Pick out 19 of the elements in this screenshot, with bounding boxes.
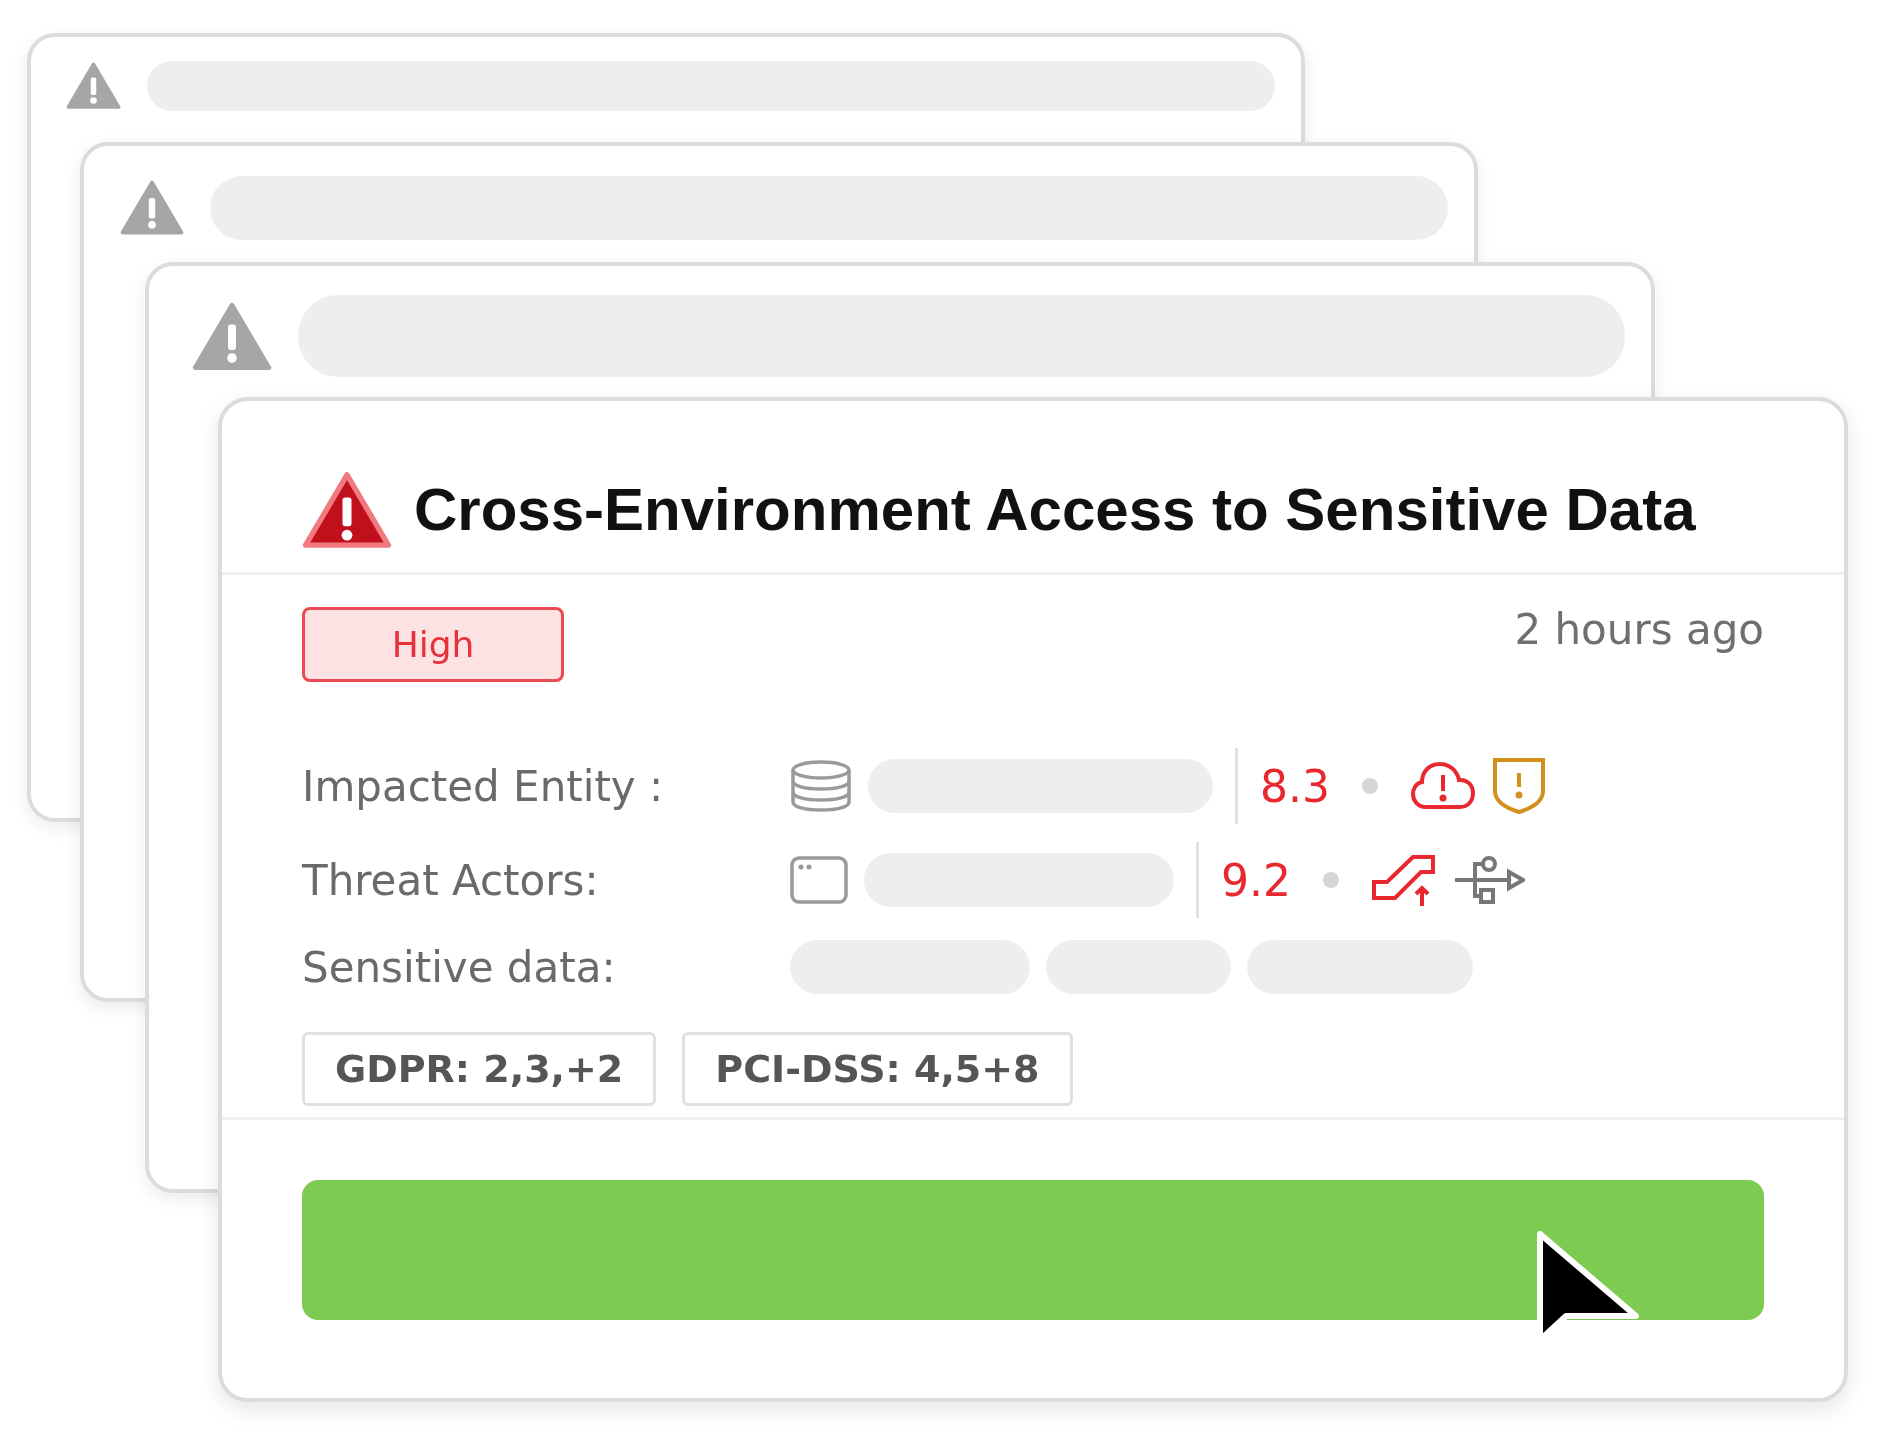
action-button[interactable] bbox=[302, 1180, 1764, 1320]
timestamp: 2 hours ago bbox=[1514, 605, 1764, 654]
warning-icon bbox=[120, 180, 184, 236]
compliance-tag: GDPR: 2,3,+2 bbox=[302, 1032, 657, 1106]
separator-dot bbox=[1362, 778, 1378, 794]
alert-title: Cross-Environment Access to Sensitive Data bbox=[414, 475, 1696, 544]
warning-icon bbox=[302, 469, 392, 550]
warning-icon bbox=[66, 62, 121, 110]
field-label: Threat Actors: bbox=[302, 855, 600, 905]
severity-badge: High bbox=[302, 607, 564, 682]
database-icon bbox=[790, 760, 852, 812]
field-label: Sensitive data: bbox=[302, 942, 617, 992]
compliance-tag: PCI-DSS: 4,5+8 bbox=[682, 1032, 1073, 1106]
warning-icon bbox=[192, 301, 272, 371]
risk-score: 9.2 bbox=[1221, 854, 1291, 906]
separator-dot bbox=[1323, 872, 1339, 888]
risk-score: 8.3 bbox=[1260, 760, 1330, 812]
field-label: Impacted Entity : bbox=[302, 761, 665, 811]
window-icon bbox=[790, 856, 848, 904]
